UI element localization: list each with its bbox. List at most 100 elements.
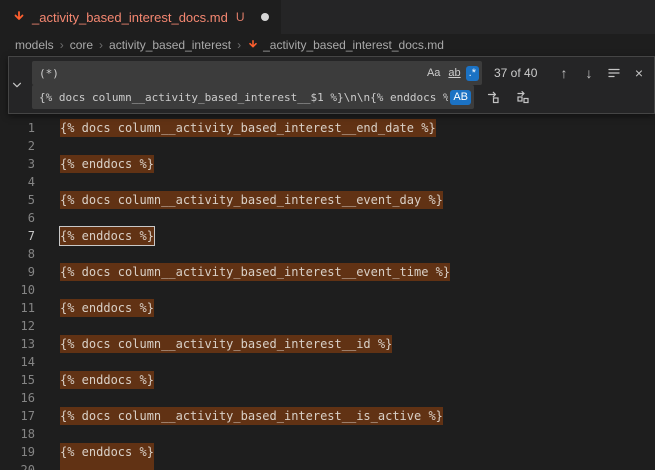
search-match-highlight xyxy=(60,461,154,470)
line-number: 8 xyxy=(0,245,35,263)
code-line[interactable]: 11 {% enddocs %} xyxy=(0,299,655,317)
code-line[interactable]: 15 {% enddocs %} xyxy=(0,371,655,389)
replace-all-button[interactable] xyxy=(512,86,534,108)
code-text: {% enddocs %} xyxy=(60,155,154,173)
line-number: 1 xyxy=(0,119,35,137)
tab-active-file[interactable]: _activity_based_interest_docs.md U xyxy=(0,0,281,34)
tab-bar: _activity_based_interest_docs.md U xyxy=(0,0,655,34)
breadcrumb-separator: › xyxy=(99,38,103,52)
search-match-highlight: {% docs column__activity_based_interest_… xyxy=(60,335,392,353)
code-text: {% docs column__activity_based_interest_… xyxy=(60,263,450,281)
results-count: 37 of 40 xyxy=(494,66,550,80)
code-text xyxy=(60,461,154,470)
code-line[interactable]: 7 {% enddocs %} xyxy=(0,227,655,245)
code-line[interactable]: 12 xyxy=(0,317,655,335)
regex-toggle[interactable]: .* xyxy=(466,66,479,81)
replace-field: AB xyxy=(32,85,474,109)
code-text: {% enddocs %} xyxy=(60,227,154,245)
search-match-highlight: {% docs column__activity_based_interest_… xyxy=(60,191,443,209)
line-number: 11 xyxy=(0,299,35,317)
search-match-highlight: {% enddocs %} xyxy=(60,371,154,389)
replace-all-icon xyxy=(516,90,530,104)
line-number: 7 xyxy=(0,227,35,245)
preserve-case-toggle[interactable]: AB xyxy=(450,90,471,105)
line-number: 17 xyxy=(0,407,35,425)
file-icon xyxy=(12,10,26,24)
code-text: {% enddocs %} xyxy=(60,371,154,389)
breadcrumb-item-core[interactable]: core xyxy=(70,38,93,52)
breadcrumb: models › core › activity_based_interest … xyxy=(0,34,655,56)
code-line[interactable]: 2 xyxy=(0,137,655,155)
line-number: 2 xyxy=(0,137,35,155)
code-text: {% enddocs %} xyxy=(60,299,154,317)
close-icon: × xyxy=(635,65,643,81)
arrow-up-icon: ↑ xyxy=(561,65,568,81)
code-line[interactable]: 9 {% docs column__activity_based_interest… xyxy=(0,263,655,281)
replace-icon xyxy=(486,90,500,104)
toggle-replace-button[interactable] xyxy=(9,57,26,113)
code-line[interactable]: 1 {% docs column__activity_based_interest… xyxy=(0,119,655,137)
line-number: 12 xyxy=(0,317,35,335)
code-line[interactable]: 19 {% enddocs %} xyxy=(0,443,655,461)
breadcrumb-item-models[interactable]: models xyxy=(15,38,54,52)
search-match-highlight: {% docs column__activity_based_interest_… xyxy=(60,407,443,425)
whole-word-toggle[interactable]: ab xyxy=(445,66,463,81)
code-text: {% docs column__activity_based_interest_… xyxy=(60,335,392,353)
replace-input[interactable] xyxy=(39,85,448,109)
line-number: 19 xyxy=(0,443,35,461)
search-match-highlight: {% enddocs %} xyxy=(60,299,154,317)
search-match-highlight: {% enddocs %} xyxy=(60,443,154,461)
breadcrumb-item-folder[interactable]: activity_based_interest xyxy=(109,38,231,52)
code-line[interactable]: 20 xyxy=(0,461,655,470)
line-number: 5 xyxy=(0,191,35,209)
chevron-down-icon xyxy=(11,79,23,91)
search-match-highlight: {% docs column__activity_based_interest_… xyxy=(60,119,436,137)
find-widget: Aa ab .* 37 of 40 ↑ ↓ × AB xyxy=(8,56,655,114)
code-line[interactable]: 8 xyxy=(0,245,655,263)
code-lines: 1 {% docs column__activity_based_interest… xyxy=(0,119,655,470)
search-field: Aa ab .* xyxy=(32,61,482,85)
code-line[interactable]: 14 xyxy=(0,353,655,371)
code-text: {% docs column__activity_based_interest_… xyxy=(60,191,443,209)
code-line[interactable]: 3 {% enddocs %} xyxy=(0,155,655,173)
line-number: 16 xyxy=(0,389,35,407)
code-line[interactable]: 10 xyxy=(0,281,655,299)
code-text: {% enddocs %} xyxy=(60,443,154,461)
file-icon xyxy=(247,39,259,51)
close-find-button[interactable]: × xyxy=(628,62,650,84)
breadcrumb-separator: › xyxy=(237,38,241,52)
line-number: 20 xyxy=(0,461,35,470)
git-status-badge: U xyxy=(236,10,245,24)
match-case-toggle[interactable]: Aa xyxy=(424,66,443,81)
code-line[interactable]: 13 {% docs column__activity_based_interes… xyxy=(0,335,655,353)
line-number: 4 xyxy=(0,173,35,191)
line-number: 15 xyxy=(0,371,35,389)
code-text: {% docs column__activity_based_interest_… xyxy=(60,119,436,137)
line-number: 6 xyxy=(0,209,35,227)
search-input[interactable] xyxy=(39,61,422,85)
code-line[interactable]: 4 xyxy=(0,173,655,191)
modified-dot-icon[interactable] xyxy=(261,13,269,21)
breadcrumb-item-file[interactable]: _activity_based_interest_docs.md xyxy=(247,38,444,52)
code-line[interactable]: 16 xyxy=(0,389,655,407)
breadcrumb-separator: › xyxy=(60,38,64,52)
search-match-highlight: {% docs column__activity_based_interest_… xyxy=(60,263,450,281)
line-number: 18 xyxy=(0,425,35,443)
find-next-button[interactable]: ↓ xyxy=(578,62,600,84)
code-line[interactable]: 6 xyxy=(0,209,655,227)
line-number: 3 xyxy=(0,155,35,173)
tab-filename: _activity_based_interest_docs.md xyxy=(32,10,228,25)
code-line[interactable]: 18 xyxy=(0,425,655,443)
code-line[interactable]: 17 {% docs column__activity_based_interes… xyxy=(0,407,655,425)
code-line[interactable]: 5 {% docs column__activity_based_interest… xyxy=(0,191,655,209)
line-number: 13 xyxy=(0,335,35,353)
replace-button[interactable] xyxy=(482,86,504,108)
find-previous-button[interactable]: ↑ xyxy=(553,62,575,84)
arrow-down-icon: ↓ xyxy=(586,65,593,81)
find-in-selection-button[interactable] xyxy=(603,62,625,84)
selection-icon xyxy=(607,66,621,80)
search-match-current: {% enddocs %} xyxy=(60,227,154,245)
search-match-highlight: {% enddocs %} xyxy=(60,155,154,173)
line-number: 9 xyxy=(0,263,35,281)
line-number: 14 xyxy=(0,353,35,371)
